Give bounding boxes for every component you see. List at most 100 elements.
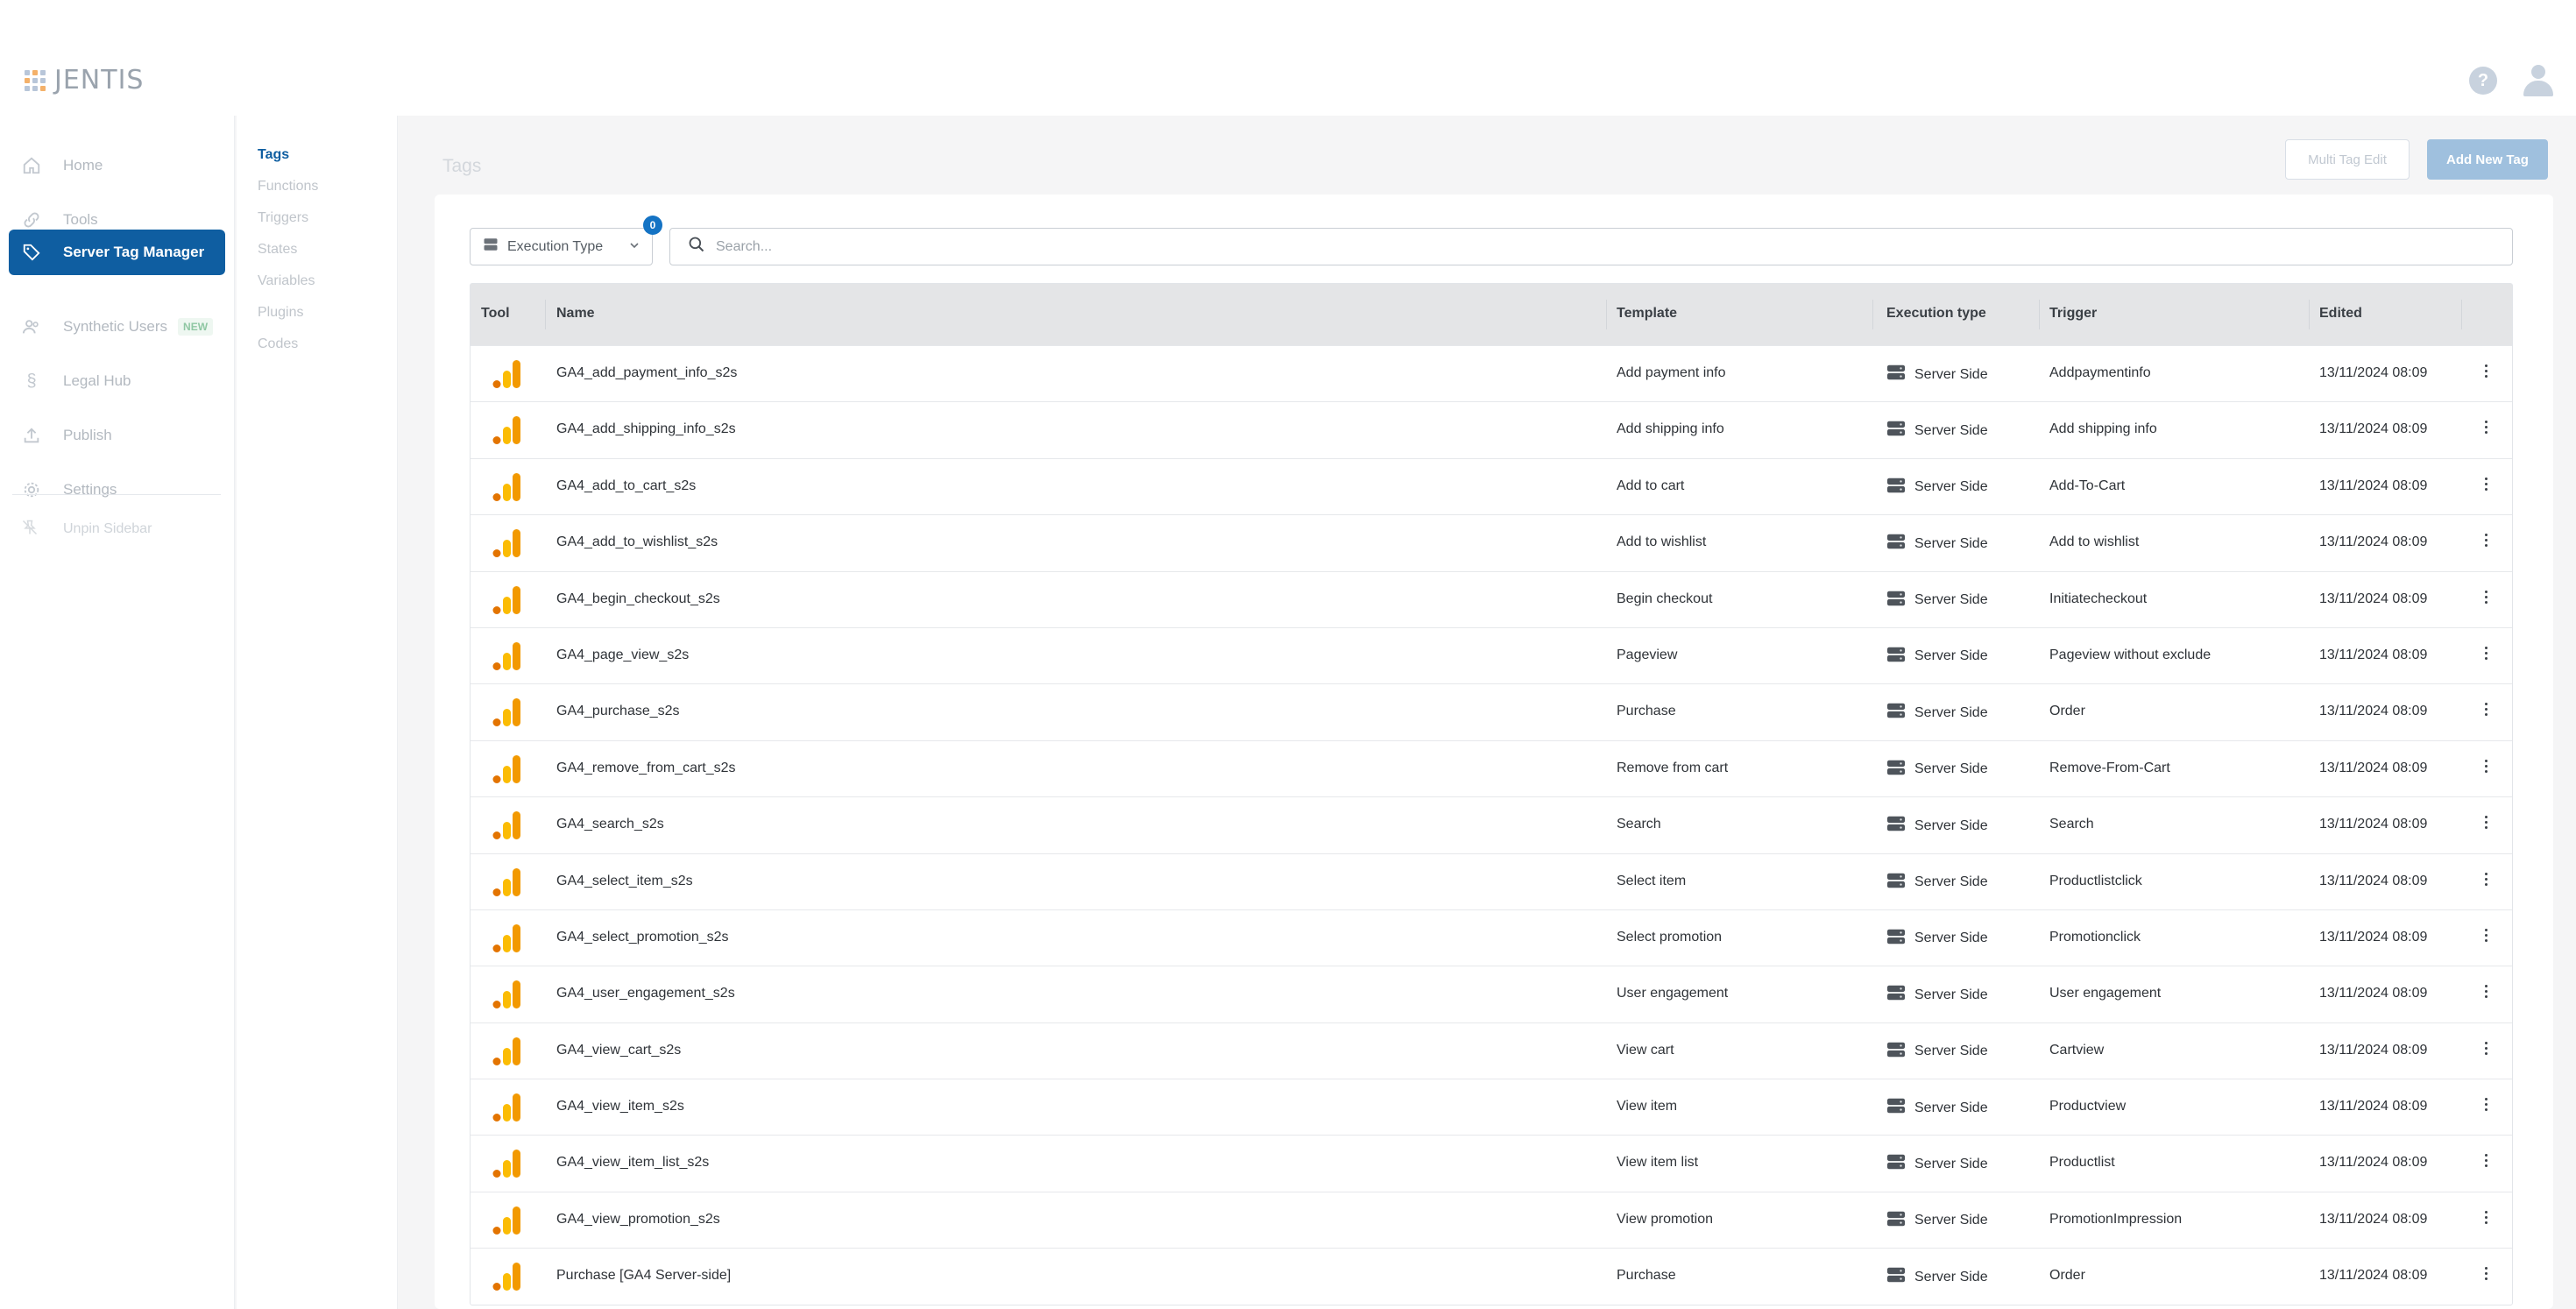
table-row[interactable]: GA4_page_view_s2s Pageview Server Side Page…: [471, 626, 2512, 683]
table-row[interactable]: GA4_add_to_cart_s2s Add to cart Server Sid…: [471, 457, 2512, 514]
table-row[interactable]: Purchase [GA4 Server-side] Purchase Server…: [471, 1248, 2512, 1304]
google-analytics-icon: [492, 754, 523, 789]
submenu-item-triggers[interactable]: Triggers: [258, 210, 308, 226]
table-row[interactable]: GA4_select_item_s2s Select item Server Sid…: [471, 853, 2512, 909]
tag-name[interactable]: GA4_select_item_s2s: [556, 874, 693, 889]
table-row[interactable]: GA4_view_item_s2s View item Server Side Pro…: [471, 1079, 2512, 1135]
table-row[interactable]: GA4_begin_checkout_s2s Begin checkout Serv…: [471, 570, 2512, 627]
more-options-icon[interactable]: [2482, 816, 2489, 830]
tag-trigger: Add-To-Cart: [2049, 478, 2126, 493]
google-analytics-icon: [492, 471, 523, 507]
submenu-item-functions[interactable]: Functions: [258, 179, 318, 195]
more-options-icon[interactable]: [2482, 590, 2489, 604]
more-options-icon[interactable]: [2482, 759, 2489, 773]
more-options-icon[interactable]: [2482, 985, 2489, 999]
table-row[interactable]: GA4_add_to_wishlist_s2s Add to wishlist Se…: [471, 514, 2512, 570]
execution-type-cell: Server Side: [1886, 589, 1988, 612]
table-row[interactable]: GA4_view_promotion_s2s View promotion Serv…: [471, 1191, 2512, 1248]
sidebar: Home Tools Server Tag Manager Synthetic …: [0, 116, 235, 1309]
table-row[interactable]: GA4_select_promotion_s2s Select promotion…: [471, 909, 2512, 966]
more-options-icon[interactable]: [2482, 703, 2489, 717]
tag-name[interactable]: GA4_view_promotion_s2s: [556, 1212, 720, 1228]
user-account-icon[interactable]: [2523, 65, 2553, 96]
tag-edited-date: 13/11/2024 08:09: [2319, 929, 2428, 945]
table-row[interactable]: GA4_user_engagement_s2s User engagement Se…: [471, 966, 2512, 1022]
more-options-icon[interactable]: [2482, 364, 2489, 378]
sidebar-item-settings[interactable]: Settings: [9, 468, 225, 512]
tag-name[interactable]: GA4_add_to_cart_s2s: [556, 478, 696, 494]
table-row[interactable]: GA4_search_s2s Search Server Side Search 13/…: [471, 796, 2512, 853]
add-new-tag-button[interactable]: Add New Tag: [2427, 139, 2548, 180]
tags-table: Tool Name Template Execution type Trigge…: [470, 283, 2513, 1305]
table-row[interactable]: GA4_add_shipping_info_s2s Add shipping in…: [471, 401, 2512, 457]
sidebar-item-publish[interactable]: Publish: [9, 414, 225, 457]
sidebar-item-synthetic-users[interactable]: Synthetic Users NEW: [9, 305, 225, 349]
execution-type-filter[interactable]: Execution Type: [470, 228, 653, 265]
tag-name[interactable]: GA4_view_cart_s2s: [556, 1043, 681, 1058]
column-header-name[interactable]: Name: [556, 306, 595, 322]
execution-type-value: Server Side: [1914, 366, 1988, 382]
tag-name[interactable]: GA4_remove_from_cart_s2s: [556, 761, 736, 776]
jentis-logo[interactable]: JENTIS: [25, 65, 144, 96]
google-analytics-icon: [492, 640, 523, 676]
tag-name[interactable]: GA4_search_s2s: [556, 817, 664, 832]
more-options-icon[interactable]: [2482, 477, 2489, 491]
help-icon[interactable]: ?: [2469, 67, 2497, 95]
tag-name[interactable]: GA4_add_to_wishlist_s2s: [556, 534, 718, 550]
search-input[interactable]: [716, 238, 2381, 255]
more-options-icon[interactable]: [2482, 1210, 2489, 1224]
sidebar-item-server-tag-manager[interactable]: Server Tag Manager: [9, 230, 225, 275]
tag-name[interactable]: Purchase [GA4 Server-side]: [556, 1268, 731, 1284]
more-options-icon[interactable]: [2482, 1041, 2489, 1055]
multi-tag-edit-button[interactable]: Multi Tag Edit: [2285, 139, 2410, 180]
sidebar-item-legal-hub[interactable]: § Legal Hub: [9, 359, 225, 403]
sidebar-item-home[interactable]: Home: [9, 144, 225, 188]
submenu-item-tags[interactable]: Tags: [258, 147, 289, 163]
tag-trigger: PromotionImpression: [2049, 1211, 2183, 1227]
column-header-execution-type[interactable]: Execution type: [1886, 306, 1986, 322]
table-row[interactable]: GA4_add_payment_info_s2s Add payment info…: [471, 345, 2512, 401]
execution-type-value: Server Side: [1914, 422, 1988, 438]
tag-name[interactable]: GA4_purchase_s2s: [556, 704, 680, 719]
more-options-icon[interactable]: [2482, 872, 2489, 886]
submenu-item-variables[interactable]: Variables: [258, 273, 315, 289]
submenu-item-states[interactable]: States: [258, 242, 297, 258]
column-header-trigger[interactable]: Trigger: [2049, 306, 2097, 322]
server-icon: [1886, 871, 1906, 895]
server-icon: [1886, 1209, 1906, 1233]
tag-name[interactable]: GA4_view_item_s2s: [556, 1099, 684, 1114]
tag-name[interactable]: GA4_user_engagement_s2s: [556, 986, 735, 1001]
tag-edited-date: 13/11/2024 08:09: [2319, 986, 2428, 1001]
more-options-icon[interactable]: [2482, 646, 2489, 660]
more-options-icon[interactable]: [2482, 1267, 2489, 1281]
google-analytics-icon: [492, 1148, 523, 1184]
table-row[interactable]: GA4_purchase_s2s Purchase Server Side Order…: [471, 683, 2512, 739]
execution-type-value: Server Side: [1914, 1269, 1988, 1284]
execution-type-cell: Server Side: [1886, 363, 1988, 386]
more-options-icon[interactable]: [2482, 1154, 2489, 1168]
column-header-tool[interactable]: Tool: [481, 306, 510, 322]
submenu-item-plugins[interactable]: Plugins: [258, 305, 303, 321]
column-header-edited[interactable]: Edited: [2319, 306, 2362, 322]
column-header-template[interactable]: Template: [1617, 306, 1677, 322]
server-icon: [1886, 1040, 1906, 1064]
unpin-sidebar-button[interactable]: Unpin Sidebar: [9, 516, 225, 542]
tag-name[interactable]: GA4_add_shipping_info_s2s: [556, 421, 736, 437]
execution-type-value: Server Side: [1914, 535, 1988, 551]
tag-name[interactable]: GA4_select_promotion_s2s: [556, 930, 729, 945]
submenu-item-codes[interactable]: Codes: [258, 336, 298, 352]
table-row[interactable]: GA4_view_item_list_s2s View item list Serv…: [471, 1135, 2512, 1191]
table-row[interactable]: GA4_view_cart_s2s View cart Server Side Car…: [471, 1022, 2512, 1079]
table-row[interactable]: GA4_remove_from_cart_s2s Remove from cart…: [471, 739, 2512, 796]
tag-name[interactable]: GA4_add_payment_info_s2s: [556, 365, 737, 381]
section-icon: §: [26, 371, 37, 391]
tag-name[interactable]: GA4_begin_checkout_s2s: [556, 591, 720, 607]
search-box[interactable]: [669, 228, 2513, 265]
tag-name[interactable]: GA4_page_view_s2s: [556, 647, 689, 663]
table-header: Tool Name Template Execution type Trigge…: [471, 284, 2512, 345]
more-options-icon[interactable]: [2482, 421, 2489, 435]
tag-name[interactable]: GA4_view_item_list_s2s: [556, 1155, 709, 1171]
more-options-icon[interactable]: [2482, 928, 2489, 942]
more-options-icon[interactable]: [2482, 1098, 2489, 1112]
more-options-icon[interactable]: [2482, 534, 2489, 548]
